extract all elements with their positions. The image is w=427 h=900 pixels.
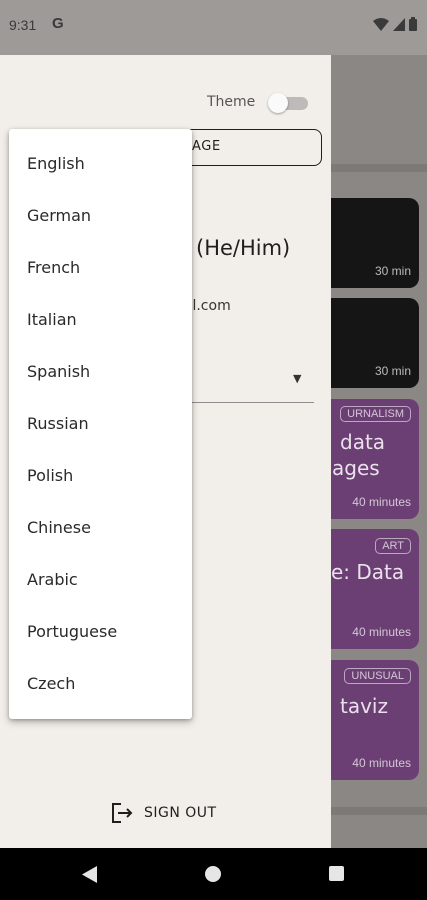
status-time: 9:31 xyxy=(9,17,37,33)
menu-item-polish[interactable]: Polish xyxy=(9,449,192,501)
wifi-icon xyxy=(373,17,389,31)
recent-apps-icon[interactable] xyxy=(329,866,344,881)
menu-item-italian[interactable]: Italian xyxy=(9,293,192,345)
card-duration: 30 min xyxy=(374,364,411,378)
session-card: ART e: Data 40 minutes xyxy=(331,529,419,649)
card-duration: 30 min xyxy=(374,264,411,278)
menu-item-chinese[interactable]: Chinese xyxy=(9,501,192,553)
status-icons xyxy=(373,17,417,31)
status-bar: 9:31 G xyxy=(0,0,427,55)
theme-label: Theme xyxy=(207,94,256,110)
menu-item-german[interactable]: German xyxy=(9,189,192,241)
menu-item-spanish[interactable]: Spanish xyxy=(9,345,192,397)
background-divider xyxy=(331,807,427,815)
logout-icon xyxy=(112,803,133,823)
signal-icon xyxy=(393,17,405,31)
menu-item-czech[interactable]: Czech xyxy=(9,657,192,709)
card-title: e: Data xyxy=(331,560,405,584)
card-duration: 40 minutes xyxy=(352,756,411,770)
theme-toggle[interactable] xyxy=(268,93,310,113)
session-card: URNALISM data ages 40 minutes xyxy=(331,399,419,519)
sign-out-button[interactable]: SIGN OUT xyxy=(110,800,217,826)
language-menu: English German French Italian Spanish Ru… xyxy=(9,129,192,719)
language-button-label: AGE xyxy=(192,139,221,154)
user-pronouns: (He/Him) xyxy=(196,236,291,260)
menu-item-english[interactable]: English xyxy=(9,137,192,189)
card-title: taviz xyxy=(340,694,388,718)
session-card: UNUSUAL taviz 40 minutes xyxy=(331,660,419,780)
background-content: 30 min 30 min URNALISM data ages 40 minu… xyxy=(331,55,427,848)
back-icon[interactable] xyxy=(82,866,98,883)
card-tag: UNUSUAL xyxy=(344,668,411,684)
session-card: 30 min xyxy=(331,298,419,388)
dropdown-arrow-icon[interactable]: ▼ xyxy=(293,372,301,385)
card-tag: URNALISM xyxy=(340,406,411,422)
sign-out-label: SIGN OUT xyxy=(144,805,217,821)
background-divider xyxy=(331,164,427,172)
battery-icon xyxy=(409,17,417,31)
card-duration: 40 minutes xyxy=(352,495,411,509)
menu-item-russian[interactable]: Russian xyxy=(9,397,192,449)
system-nav-bar xyxy=(0,848,427,900)
card-tag: ART xyxy=(375,538,411,554)
card-duration: 40 minutes xyxy=(352,625,411,639)
menu-item-french[interactable]: French xyxy=(9,241,192,293)
google-icon: G xyxy=(52,15,64,32)
card-title: data xyxy=(340,430,386,454)
menu-item-arabic[interactable]: Arabic xyxy=(9,553,192,605)
dropdown-underline xyxy=(190,402,314,403)
card-title: ages xyxy=(332,456,380,480)
home-icon[interactable] xyxy=(205,866,221,882)
toggle-thumb xyxy=(268,93,288,113)
session-card: 30 min xyxy=(331,198,419,288)
menu-item-portuguese[interactable]: Portuguese xyxy=(9,605,192,657)
